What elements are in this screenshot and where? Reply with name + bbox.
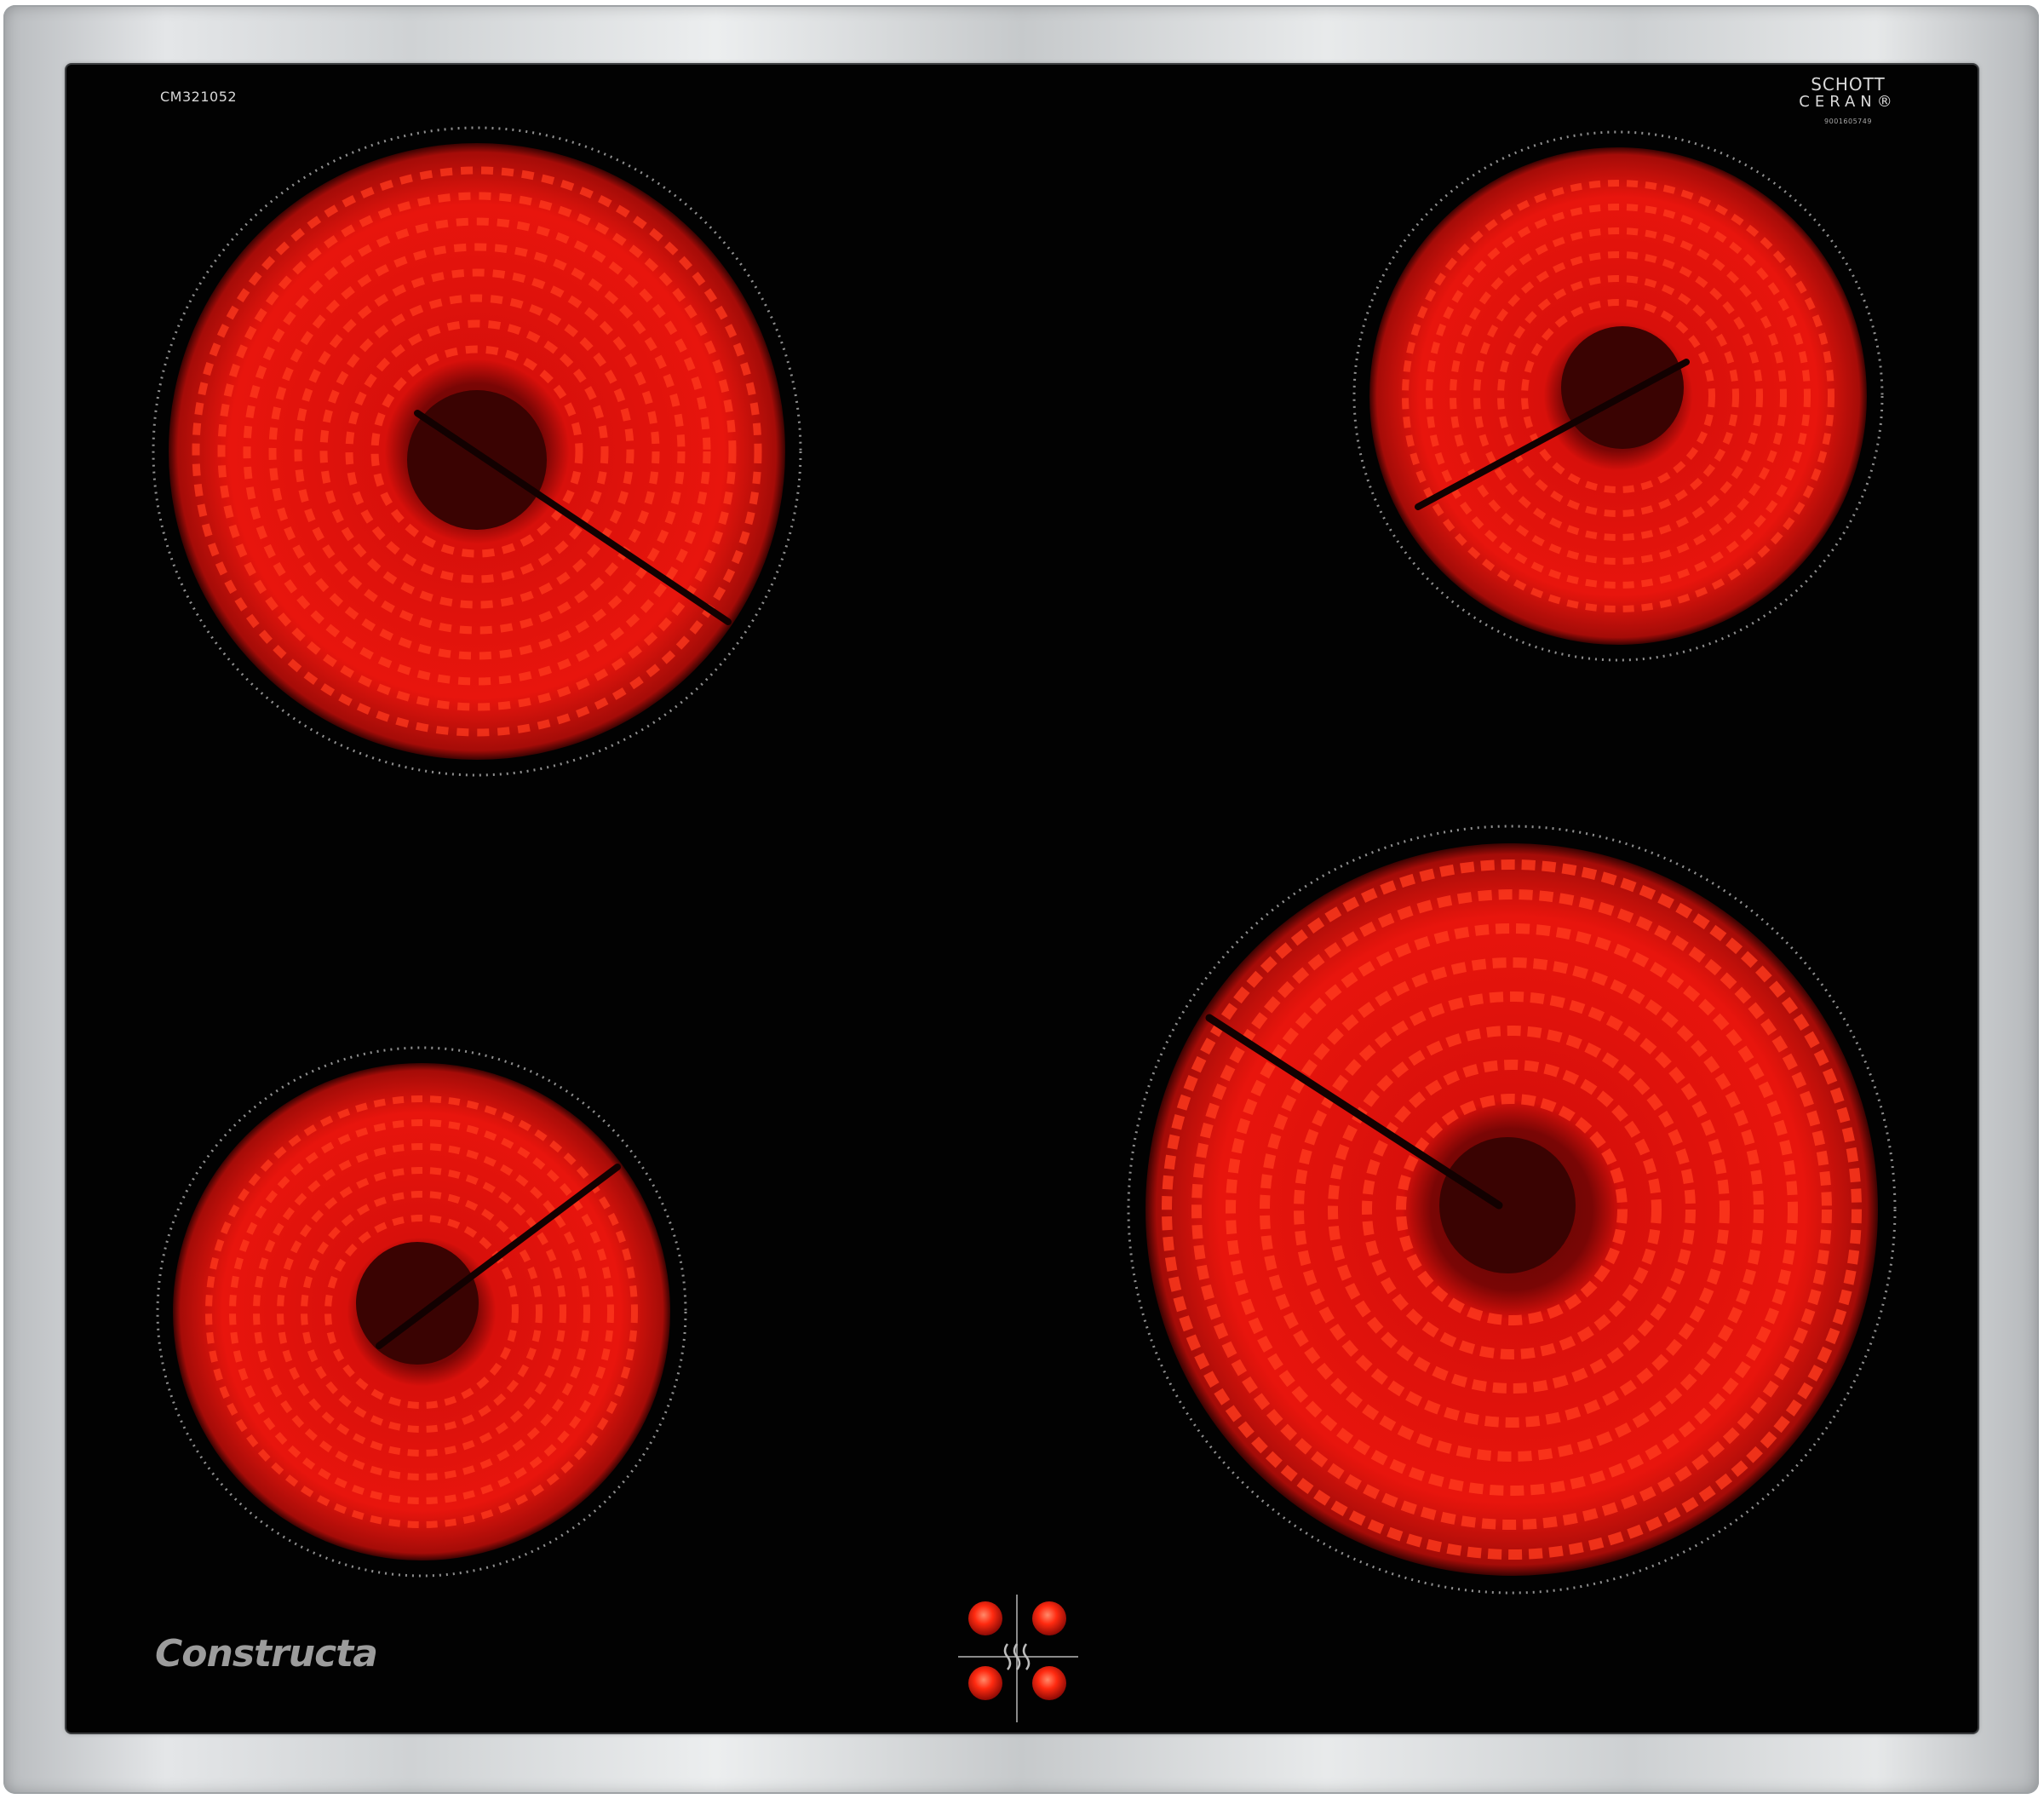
cooking-zones bbox=[152, 126, 1897, 1722]
zone-rear-right bbox=[1352, 130, 1884, 662]
zone-front-right bbox=[1127, 825, 1897, 1595]
zone-front-left bbox=[156, 1046, 687, 1578]
indicator-light-front-right bbox=[1032, 1666, 1066, 1700]
indicator-light-front-left bbox=[968, 1666, 1002, 1700]
indicator-light-rear-left bbox=[968, 1601, 1002, 1635]
indicator-light-rear-right bbox=[1032, 1601, 1066, 1635]
zone-rear-left bbox=[152, 126, 802, 777]
